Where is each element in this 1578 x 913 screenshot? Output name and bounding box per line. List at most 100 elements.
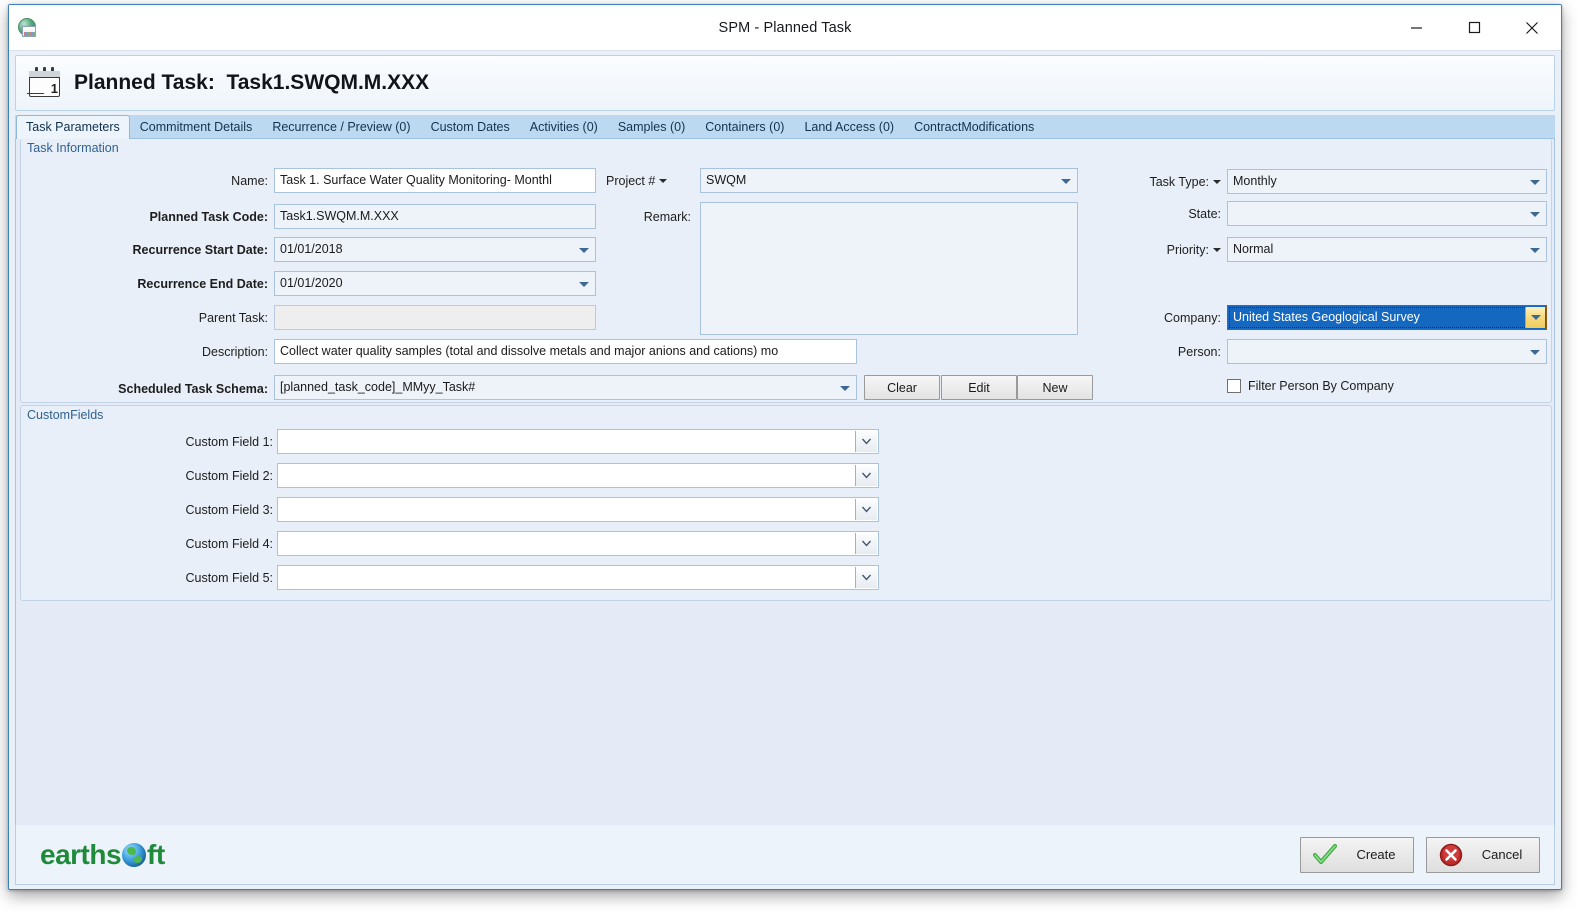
project-number-label-text: Project # — [606, 174, 656, 188]
scheduled-task-schema-value: [planned_task_code]_MMyy_Task# — [280, 380, 476, 395]
footer-actions: Create Cancel — [1300, 836, 1540, 873]
chevron-down-icon[interactable] — [840, 385, 850, 391]
window-title: SPM - Planned Task — [718, 19, 852, 36]
recurrence-end-date-value: 01/01/2020 — [280, 276, 343, 291]
tab-commitment-details[interactable]: Commitment Details — [130, 115, 263, 139]
scheduled-task-schema-label: Scheduled Task Schema: — [118, 382, 268, 396]
window-controls — [1387, 5, 1561, 50]
chevron-down-icon[interactable] — [579, 247, 589, 253]
tab-samples[interactable]: Samples (0) — [608, 115, 695, 139]
custom-field-2-label: Custom Field 2: — [185, 469, 273, 483]
clear-schema-button[interactable]: Clear — [864, 375, 940, 400]
planned-task-code-label: Planned Task Code: — [149, 210, 268, 224]
task-information-group-label: Task Information — [27, 141, 119, 155]
create-button[interactable]: Create — [1300, 836, 1414, 873]
company-select[interactable]: United States Geoglogical Survey — [1227, 305, 1547, 330]
earthsoft-logo: earths ft — [40, 838, 165, 870]
company-value: United States Geoglogical Survey — [1233, 310, 1420, 325]
priority-label-text: Priority: — [1166, 243, 1209, 257]
close-button[interactable] — [1503, 5, 1561, 50]
filter-person-by-company-label: Filter Person By Company — [1248, 379, 1394, 393]
company-dropdown-button[interactable] — [1525, 307, 1545, 328]
chevron-down-icon — [861, 438, 872, 445]
priority-value: Normal — [1233, 242, 1274, 257]
tab-strip: Task Parameters Commitment Details Recur… — [15, 115, 1555, 139]
remark-textarea[interactable] — [700, 202, 1078, 335]
custom-field-2-dropdown-button[interactable] — [855, 465, 877, 486]
custom-field-3-dropdown-button[interactable] — [855, 499, 877, 520]
caret-down-icon[interactable] — [1213, 248, 1221, 252]
name-input[interactable]: Task 1. Surface Water Quality Monitoring… — [274, 168, 596, 193]
chevron-down-icon — [1530, 315, 1541, 320]
custom-field-5-dropdown-button[interactable] — [855, 567, 877, 588]
caret-down-icon[interactable] — [1213, 180, 1221, 184]
edit-schema-button[interactable]: Edit — [941, 375, 1017, 400]
record-header: 1 Planned Task: Task1.SWQM.M.XXX — [15, 55, 1555, 111]
custom-field-1-input[interactable] — [277, 429, 879, 454]
new-schema-button[interactable]: New — [1017, 375, 1093, 400]
task-type-label: Task Type: — [1041, 174, 1221, 190]
tab-land-access[interactable]: Land Access (0) — [794, 115, 904, 139]
task-type-select[interactable]: Monthly — [1227, 169, 1547, 194]
person-label: Person: — [1177, 345, 1221, 359]
custom-field-1-dropdown-button[interactable] — [855, 431, 877, 452]
scheduled-task-schema-select[interactable]: [planned_task_code]_MMyy_Task# — [274, 375, 857, 400]
custom-fields-group: CustomFields Custom Field 1: Custom Fiel… — [20, 405, 1552, 601]
check-icon — [1313, 843, 1337, 864]
task-type-value: Monthly — [1233, 174, 1277, 189]
cancel-button-label: Cancel — [1481, 847, 1523, 862]
recurrence-end-date-input[interactable]: 01/01/2020 — [274, 271, 596, 296]
custom-field-5-input[interactable] — [277, 565, 879, 590]
recurrence-end-date-label: Recurrence End Date: — [137, 277, 268, 291]
custom-field-3-input[interactable] — [277, 497, 879, 522]
tab-activities[interactable]: Activities (0) — [520, 115, 608, 139]
chevron-down-icon — [861, 540, 872, 547]
custom-field-2-input[interactable] — [277, 463, 879, 488]
tab-recurrence-preview[interactable]: Recurrence / Preview (0) — [262, 115, 420, 139]
page-title: Planned Task: Task1.SWQM.M.XXX — [74, 71, 430, 94]
logo-globe-icon — [122, 842, 147, 867]
recurrence-start-date-input[interactable]: 01/01/2018 — [274, 237, 596, 262]
recurrence-start-date-label: Recurrence Start Date: — [132, 243, 268, 257]
chevron-down-icon[interactable] — [1530, 179, 1540, 185]
caret-down-icon[interactable] — [659, 179, 668, 183]
description-label: Description: — [202, 345, 268, 359]
project-number-value: SWQM — [706, 173, 747, 188]
planned-task-code-input[interactable]: Task1.SWQM.M.XXX — [274, 204, 596, 229]
person-select[interactable] — [1227, 339, 1547, 364]
custom-field-4-input[interactable] — [277, 531, 879, 556]
footer-bar: earths ft Create Cancel — [15, 825, 1555, 885]
state-label: State: — [1188, 207, 1221, 221]
cancel-button[interactable]: Cancel — [1426, 836, 1540, 873]
chevron-down-icon[interactable] — [1530, 247, 1540, 253]
parent-task-label: Parent Task: — [198, 311, 268, 325]
custom-field-4-label: Custom Field 4: — [185, 537, 273, 551]
description-input[interactable]: Collect water quality samples (total and… — [274, 339, 857, 364]
minimize-button[interactable] — [1387, 5, 1445, 50]
priority-label: Priority: — [1041, 242, 1221, 258]
custom-field-5-label: Custom Field 5: — [185, 571, 273, 585]
recurrence-start-date-value: 01/01/2018 — [280, 242, 343, 257]
state-select[interactable] — [1227, 201, 1547, 226]
task-information-group: Task Information Name: Task 1. Surface W… — [20, 139, 1552, 403]
tab-contract-modifications[interactable]: ContractModifications — [904, 115, 1044, 139]
chevron-down-icon[interactable] — [1530, 349, 1540, 355]
chevron-down-icon[interactable] — [579, 281, 589, 287]
tab-custom-dates[interactable]: Custom Dates — [421, 115, 520, 139]
chevron-down-icon — [861, 472, 872, 479]
custom-field-4-dropdown-button[interactable] — [855, 533, 877, 554]
project-number-select[interactable]: SWQM — [700, 168, 1078, 193]
task-type-label-text: Task Type: — [1149, 175, 1209, 189]
filter-person-by-company-row[interactable]: Filter Person By Company — [1227, 379, 1394, 393]
app-globe-document-icon — [17, 17, 39, 39]
logo-text-tail: ft — [147, 838, 165, 870]
tab-task-parameters[interactable]: Task Parameters — [16, 115, 130, 139]
maximize-button[interactable] — [1445, 5, 1503, 50]
filter-person-by-company-checkbox[interactable] — [1227, 379, 1241, 393]
screen-root: SPM - Planned Task 1 Planned Task: Task1… — [0, 0, 1578, 913]
tab-containers[interactable]: Containers (0) — [695, 115, 794, 139]
application-window: SPM - Planned Task 1 Planned Task: Task1… — [8, 4, 1562, 890]
chevron-down-icon[interactable] — [1530, 211, 1540, 217]
priority-select[interactable]: Normal — [1227, 237, 1547, 262]
cancel-circle-x-icon — [1439, 843, 1463, 866]
